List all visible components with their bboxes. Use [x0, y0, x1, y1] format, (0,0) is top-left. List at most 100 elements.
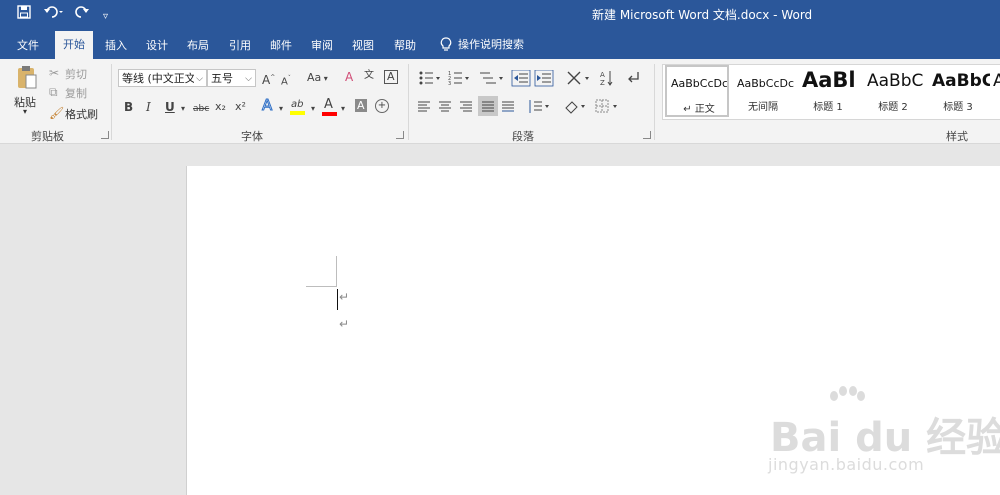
tell-me-label: 操作说明搜索 — [458, 38, 524, 51]
font-name-combobox[interactable]: 等线 (中文正文 ⌵ — [118, 69, 207, 87]
tab-home[interactable]: 开始 — [55, 31, 93, 59]
style-heading-2[interactable]: AaBbC 标题 2 — [861, 65, 925, 117]
tab-mailings[interactable]: 邮件 — [270, 37, 292, 53]
superscript-button[interactable]: x² — [235, 100, 246, 114]
bullets-icon — [419, 71, 440, 85]
lightbulb-icon — [440, 36, 452, 51]
style-sample: AaBbCcDc — [737, 77, 795, 90]
text-cursor — [337, 289, 338, 310]
line-spacing-icon — [529, 100, 549, 113]
clipboard-icon — [18, 66, 37, 89]
tab-references[interactable]: 引用 — [229, 37, 251, 53]
cut-button[interactable]: 剪切 — [65, 66, 87, 82]
tab-file[interactable]: 文件 — [17, 37, 39, 53]
paste-dropdown-icon: ▾ — [23, 107, 28, 116]
character-border-icon[interactable]: A — [384, 70, 398, 84]
tab-review[interactable]: 审阅 — [311, 37, 333, 53]
style-title[interactable]: A — [991, 65, 1000, 117]
font-group-label: 字体 — [241, 130, 263, 143]
font-size-combobox[interactable]: 五号 ⌵ — [207, 69, 256, 87]
align-right-icon — [460, 101, 472, 112]
style-name: 标题 2 — [878, 102, 908, 113]
tab-design[interactable]: 设计 — [146, 37, 168, 53]
align-center-icon — [439, 101, 451, 112]
tab-view[interactable]: 视图 — [352, 37, 374, 53]
text-effects-dropdown-icon[interactable]: ▾ — [279, 102, 283, 116]
margin-crop-mark — [306, 286, 337, 287]
text-effects-button[interactable]: A — [261, 97, 272, 113]
style-sample: AaBbC — [867, 71, 924, 91]
style-name: 无间隔 — [748, 102, 778, 113]
paragraph-group-label: 段落 — [512, 130, 534, 143]
group-divider — [408, 64, 409, 140]
bold-button[interactable]: B — [124, 100, 133, 114]
underline-dropdown-icon[interactable]: ▾ — [181, 102, 185, 116]
underline-button[interactable]: U — [165, 100, 175, 114]
style-name: 标题 3 — [943, 102, 973, 113]
group-divider — [111, 64, 112, 140]
decrease-indent-icon — [511, 70, 531, 87]
copy-button[interactable]: 复制 — [65, 85, 87, 101]
copy-icon: ⧉ — [49, 85, 58, 99]
font-launcher-icon[interactable] — [396, 131, 404, 139]
asian-layout-icon — [567, 71, 589, 85]
change-case-button[interactable]: Aa ▾ — [307, 71, 328, 86]
svg-text:A: A — [600, 71, 605, 79]
undo-icon[interactable] — [43, 5, 65, 23]
chevron-down-icon: ⌵ — [245, 74, 252, 84]
justify-icon — [478, 96, 498, 116]
style-heading-3[interactable]: AaBbC 标题 3 — [926, 65, 990, 117]
style-name: ↵ 正文 — [683, 104, 715, 115]
phonetic-guide-icon[interactable]: 文 — [364, 69, 374, 83]
style-sample: AaBl — [802, 68, 856, 92]
format-painter-button[interactable]: 格式刷 — [65, 106, 98, 122]
subscript-button[interactable]: x₂ — [215, 100, 226, 114]
highlight-button[interactable]: ab — [291, 98, 303, 112]
style-heading-1[interactable]: AaBl 标题 1 — [796, 65, 860, 117]
font-color-dropdown-icon[interactable]: ▾ — [341, 102, 345, 116]
paragraph-mark: ↵ — [339, 317, 350, 331]
style-name: 标题 1 — [813, 102, 843, 113]
borders-icon — [595, 99, 617, 113]
paragraph-mark: ↵ — [339, 290, 350, 304]
clipboard-group-label: 剪贴板 — [31, 130, 64, 143]
style-normal[interactable]: AaBbCcDc ↵ 正文 — [665, 65, 729, 117]
svg-text:Z: Z — [600, 79, 605, 87]
highlight-color-swatch — [290, 111, 305, 115]
style-no-spacing[interactable]: AaBbCcDc 无间隔 — [731, 65, 795, 117]
style-sample: AaBbCcDc — [671, 77, 729, 90]
character-shading-button[interactable]: A — [355, 99, 367, 112]
customize-icon[interactable]: ▿ — [103, 8, 108, 26]
strikethrough-button[interactable]: abc — [193, 102, 209, 116]
save-icon[interactable] — [17, 5, 31, 23]
show-formatting-icon — [628, 72, 639, 83]
grow-font-icon[interactable]: A^ — [262, 71, 275, 87]
group-divider — [654, 64, 655, 140]
multilevel-list-icon — [480, 72, 503, 84]
shrink-font-icon[interactable]: Aˇ — [281, 72, 291, 89]
tab-help[interactable]: 帮助 — [394, 37, 416, 53]
enclose-characters-button[interactable]: + — [375, 99, 389, 113]
svg-text:3: 3 — [448, 81, 451, 87]
paragraph-launcher-icon[interactable] — [643, 131, 651, 139]
tell-me-search[interactable]: 操作说明搜索 — [440, 36, 524, 52]
shading-icon — [565, 101, 585, 114]
chevron-down-icon: ⌵ — [194, 70, 203, 86]
window-title: 新建 Microsoft Word 文档.docx - Word — [592, 8, 813, 22]
redo-icon[interactable] — [74, 5, 90, 23]
tab-layout[interactable]: 布局 — [187, 37, 209, 53]
watermark-url: jingyan.baidu.com — [768, 455, 925, 474]
clear-formatting-icon[interactable]: A — [345, 70, 353, 84]
increase-indent-icon — [534, 70, 554, 87]
paragraph-tools: 1 2 3 AZ — [418, 70, 639, 116]
clipboard-launcher-icon[interactable] — [101, 131, 109, 139]
tab-insert[interactable]: 插入 — [105, 37, 127, 53]
font-color-button[interactable]: A — [324, 98, 333, 112]
align-left-icon — [418, 101, 430, 112]
format-painter-icon: 🖌 — [49, 106, 65, 120]
font-name-value: 等线 (中文正文 — [122, 72, 196, 85]
italic-button[interactable]: I — [146, 100, 151, 114]
highlight-dropdown-icon[interactable]: ▾ — [311, 102, 315, 116]
paste-button[interactable]: 粘贴 ▾ — [12, 64, 42, 118]
styles-gallery: AaBbCcDc ↵ 正文 AaBbCcDc 无间隔 AaBl 标题 1 AaB… — [662, 64, 1000, 120]
